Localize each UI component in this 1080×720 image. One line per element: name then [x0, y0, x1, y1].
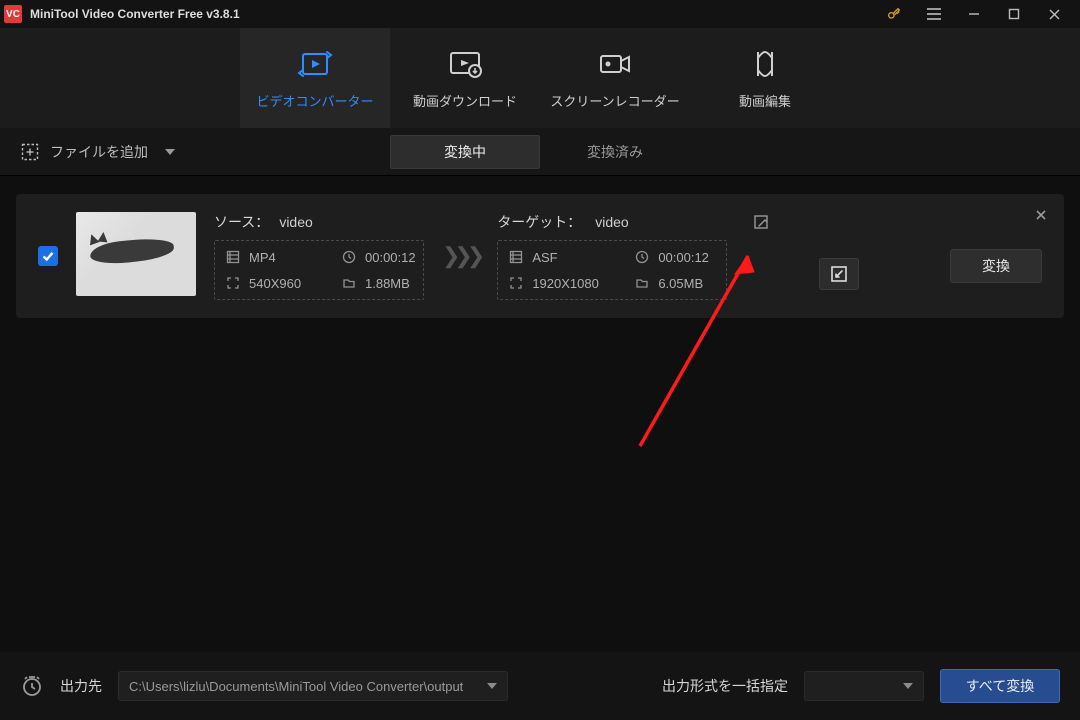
output-path-value: C:\Users\lizlu\Documents\MiniTool Video … [129, 679, 463, 694]
tab-editor[interactable]: 動画編集 [690, 28, 840, 128]
format-icon [225, 249, 241, 265]
target-format: ASF [508, 249, 628, 265]
add-files-dropdown-icon[interactable] [164, 147, 176, 157]
clock-icon [341, 249, 357, 265]
video-thumbnail[interactable] [76, 212, 196, 296]
content-area: ソース： video MP4 00:00:12 540X960 [0, 176, 1080, 652]
add-file-icon [20, 142, 40, 162]
source-format: MP4 [225, 249, 335, 265]
clock-icon [634, 249, 650, 265]
segment-converting[interactable]: 変換中 [390, 135, 540, 169]
convert-all-button[interactable]: すべて変換 [940, 669, 1060, 703]
segment-converted[interactable]: 変換済み [540, 135, 690, 169]
minimize-icon[interactable] [954, 0, 994, 28]
select-checkbox[interactable] [38, 246, 58, 266]
chevron-down-icon [487, 682, 497, 690]
conversion-card: ソース： video MP4 00:00:12 540X960 [16, 194, 1064, 318]
target-size: 6.05MB [634, 275, 744, 291]
source-size-value: 1.88MB [365, 276, 410, 291]
convert-button[interactable]: 変換 [950, 249, 1042, 283]
target-block: ターゲット： video ASF 00:00:12 192 [497, 212, 727, 300]
target-resolution-value: 1920X1080 [532, 276, 599, 291]
target-duration: 00:00:12 [634, 249, 744, 265]
toolbar: ファイルを追加 変換中 変換済み [0, 128, 1080, 176]
format-icon [508, 249, 524, 265]
source-resolution: 540X960 [225, 275, 335, 291]
add-files-button[interactable]: ファイルを追加 [12, 136, 184, 168]
download-icon [447, 47, 483, 81]
tab-download[interactable]: 動画ダウンロード [390, 28, 540, 128]
target-resolution: 1920X1080 [508, 275, 628, 291]
target-size-value: 6.05MB [658, 276, 703, 291]
app-title: MiniTool Video Converter Free v3.8.1 [30, 7, 240, 21]
segment-converted-label: 変換済み [587, 142, 643, 162]
source-format-value: MP4 [249, 250, 276, 265]
output-format-dropdown[interactable] [804, 671, 924, 701]
target-name: video [595, 214, 628, 230]
close-icon[interactable] [1034, 0, 1074, 28]
tab-download-label: 動画ダウンロード [413, 91, 517, 110]
output-label: 出力先 [60, 676, 102, 696]
target-label: ターゲット： [497, 214, 581, 230]
source-duration: 00:00:12 [341, 249, 451, 265]
maximize-icon[interactable] [994, 0, 1034, 28]
target-settings-button[interactable] [819, 258, 859, 290]
convert-button-label: 変換 [982, 256, 1010, 276]
filesize-icon [341, 275, 357, 291]
app-logo: VC [4, 5, 22, 23]
target-format-value: ASF [532, 250, 557, 265]
edit-target-icon[interactable] [753, 214, 769, 230]
tab-recorder[interactable]: スクリーンレコーダー [540, 28, 690, 128]
output-path-dropdown[interactable]: C:\Users\lizlu\Documents\MiniTool Video … [118, 671, 508, 701]
titlebar: VC MiniTool Video Converter Free v3.8.1 [0, 0, 1080, 28]
clock-outline-icon[interactable] [20, 674, 44, 698]
resolution-icon [508, 275, 524, 291]
source-size: 1.88MB [341, 275, 451, 291]
editor-icon [750, 47, 780, 81]
target-duration-value: 00:00:12 [658, 250, 709, 265]
source-name: video [279, 214, 312, 230]
add-files-label: ファイルを追加 [50, 142, 148, 162]
tab-converter-label: ビデオコンバーター [256, 91, 373, 110]
filesize-icon [634, 275, 650, 291]
main-tabs: ビデオコンバーター 動画ダウンロード スクリーンレコーダー 動画編集 [0, 28, 1080, 128]
converter-icon [297, 47, 333, 81]
arrow-icon: ❯❯❯ [442, 243, 479, 269]
tab-editor-label: 動画編集 [739, 91, 791, 110]
chevron-down-icon [903, 682, 913, 690]
upgrade-icon[interactable] [874, 0, 914, 28]
tab-recorder-label: スクリーンレコーダー [550, 91, 679, 110]
segment-converting-label: 変換中 [444, 142, 486, 162]
remove-card-icon[interactable] [1034, 208, 1048, 222]
convert-all-label: すべて変換 [966, 676, 1034, 696]
source-block: ソース： video MP4 00:00:12 540X960 [214, 212, 424, 300]
resolution-icon [225, 275, 241, 291]
source-duration-value: 00:00:12 [365, 250, 416, 265]
source-label: ソース： [214, 212, 269, 232]
menu-icon[interactable] [914, 0, 954, 28]
source-resolution-value: 540X960 [249, 276, 301, 291]
output-format-label: 出力形式を一括指定 [662, 676, 788, 696]
recorder-icon [597, 47, 633, 81]
footer: 出力先 C:\Users\lizlu\Documents\MiniTool Vi… [0, 652, 1080, 720]
tab-converter[interactable]: ビデオコンバーター [240, 28, 390, 128]
